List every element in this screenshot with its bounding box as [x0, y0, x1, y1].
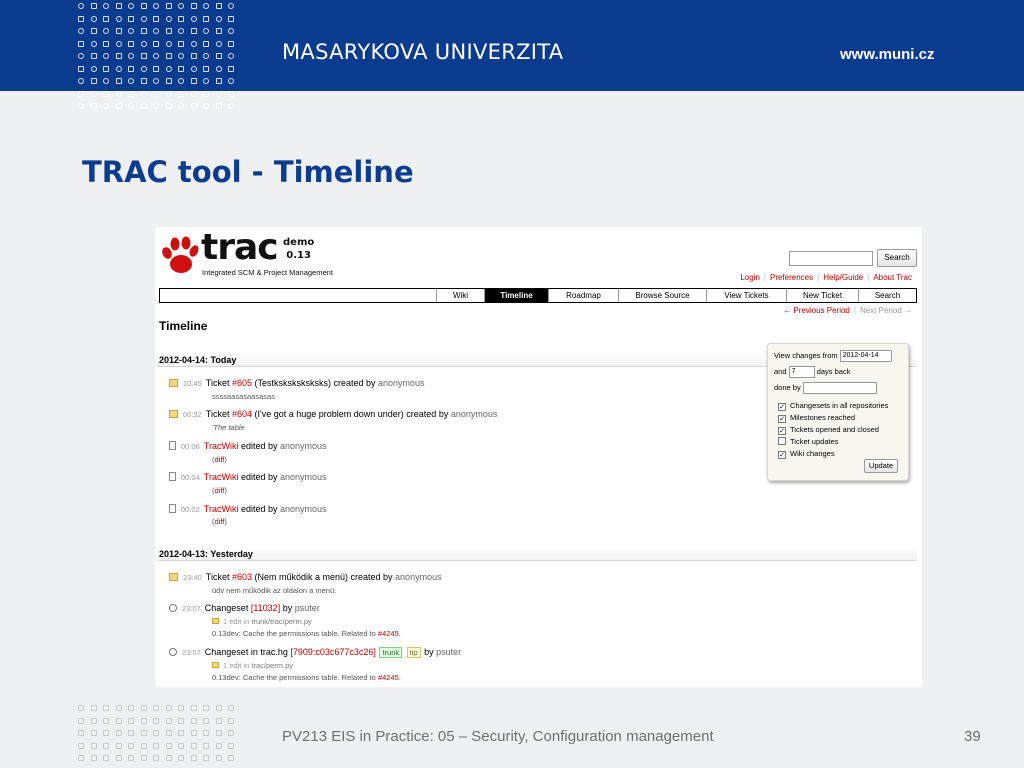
logo-tagline: Integrated SCM & Project Management — [202, 268, 333, 277]
wiki-link[interactable]: TracWiki — [204, 441, 239, 451]
tab-wiki[interactable]: Wiki — [436, 289, 484, 302]
diff-link[interactable]: diff — [215, 486, 225, 495]
ticket-icon — [169, 573, 178, 581]
changeset-link[interactable]: [11032] — [251, 603, 280, 613]
file-edit-icon — [212, 618, 219, 624]
event-description: 0.13dev: Cache the permissions table. Re… — [212, 629, 401, 638]
ticket-icon — [169, 379, 178, 387]
days-back-input[interactable]: 7 — [788, 366, 815, 378]
author: anonymous — [279, 504, 327, 514]
author: anonymous — [450, 409, 498, 419]
logo-demo: demo — [283, 237, 315, 248]
author: anonymous — [279, 472, 327, 482]
logo-version: 0.13 — [286, 250, 311, 261]
slide-footer: PV213 EIS in Practice: 05 – Security, Co… — [282, 728, 714, 745]
changeset-icon — [169, 648, 177, 656]
tab-view-tickets[interactable]: View Tickets — [706, 289, 786, 302]
slide-title: TRAC tool - Timeline — [82, 155, 414, 189]
timeline-filter-panel: View changes from 2012-04-14 and 7 days … — [767, 343, 909, 481]
tab-new-ticket[interactable]: New Ticket — [786, 289, 858, 302]
tab-timeline[interactable]: Timeline — [484, 289, 548, 302]
website-link[interactable]: www.muni.cz — [840, 46, 934, 63]
page-number: 39 — [964, 728, 981, 745]
timeline-event: 00:04 TracWiki edited by anonymous — [169, 472, 327, 482]
about-trac-link[interactable]: About Trac — [873, 273, 912, 282]
day-header-yesterday: 2012-04-13: Yesterday — [157, 548, 917, 561]
done-by-input[interactable] — [802, 382, 877, 394]
event-description: (diff) — [212, 486, 227, 495]
event-description: (diff) — [212, 455, 227, 464]
changeset-files: 1 edit in trunk/trac/perm.py — [212, 617, 312, 626]
wiki-page-icon — [169, 472, 176, 481]
ticket-icon — [169, 410, 178, 418]
author: anonymous — [279, 441, 327, 451]
changeset-icon — [169, 604, 177, 612]
timeline-event: 23:07 Changeset in trac.hg [7909:c03c677c… — [169, 647, 462, 658]
page-heading: Timeline — [159, 319, 208, 333]
previous-period-link[interactable]: ← Previous Period — [783, 306, 850, 315]
file-edit-icon — [212, 662, 219, 668]
tab-browse-source[interactable]: Browse Source — [618, 289, 706, 302]
tab-roadmap[interactable]: Roadmap — [548, 289, 618, 302]
tickets-opened-checkbox[interactable]: ✓ — [778, 427, 786, 435]
author: anonymous — [395, 572, 442, 582]
next-period-link: Next Period → — [859, 306, 912, 315]
from-date-input[interactable]: 2012-04-14 — [839, 350, 892, 362]
ticket-ref-link[interactable]: #4245 — [378, 629, 399, 638]
ticket-ref-link[interactable]: #4245 — [378, 673, 399, 682]
search-button[interactable]: Search — [877, 249, 917, 267]
wiki-page-icon — [169, 441, 176, 450]
login-link[interactable]: Login — [740, 273, 760, 282]
changeset-files: 1 edit in trac/perm.py — [212, 661, 293, 670]
wiki-page-icon — [169, 504, 176, 513]
changesets-checkbox[interactable]: ✓ — [778, 403, 786, 411]
author: psuter — [436, 647, 462, 657]
timeline-event: 23:07 Changeset [11032] by psuter — [169, 603, 320, 613]
changeset-link[interactable]: [7909:c03c677c3c26] — [290, 647, 376, 657]
timeline-event: 23:40 Ticket #603 (Nem működik a menü) cr… — [169, 572, 442, 582]
trac-timeline-screenshot: trac Integrated SCM & Project Management… — [155, 227, 922, 687]
event-description: ssssaasasaasasas — [212, 392, 275, 401]
period-navigation: ← Previous Period | Next Period → — [783, 306, 912, 315]
dot-pattern-bottom — [78, 705, 241, 768]
event-description: 'The table — [212, 423, 245, 432]
university-name: MASARYKOVA UNIVERZITA — [282, 40, 564, 64]
help-guide-link[interactable]: Help/Guide — [823, 273, 863, 282]
diff-link[interactable]: diff — [215, 517, 225, 526]
milestones-checkbox[interactable]: ✓ — [778, 415, 786, 423]
branch-tag-trunk: trunk — [379, 647, 403, 658]
ticket-link[interactable]: #603 — [232, 572, 252, 582]
preferences-link[interactable]: Preferences — [770, 273, 813, 282]
ticket-updates-checkbox[interactable] — [778, 437, 786, 445]
search-input[interactable] — [789, 251, 873, 266]
event-description: üdv nem működik az oldalon a menü. — [212, 586, 337, 595]
logo-demo-version: demo 0.13 — [283, 236, 314, 262]
author: anonymous — [378, 378, 425, 388]
header-band: MASARYKOVA UNIVERZITA www.muni.cz — [0, 0, 1024, 109]
timeline-event: 10:45 Ticket #605 (Testksksksksksks) crea… — [169, 378, 425, 388]
author: psuter — [294, 603, 320, 613]
branch-tag-tip: tip — [406, 647, 421, 658]
diff-link[interactable]: diff — [215, 455, 225, 464]
update-button[interactable]: Update — [864, 459, 898, 473]
logo-word: trac — [201, 227, 279, 268]
timeline-event: 00:32 Ticket #604 (I've got a huge proble… — [169, 409, 497, 419]
timeline-event: 00:06 TracWiki edited by anonymous — [169, 441, 327, 451]
wiki-changes-checkbox[interactable]: ✓ — [778, 451, 786, 459]
wiki-link[interactable]: TracWiki — [204, 472, 239, 482]
meta-navigation: Login | Preferences | Help/Guide | About Trac — [740, 273, 912, 282]
ticket-link[interactable]: #604 — [232, 409, 252, 419]
main-navigation: Wiki Timeline Roadmap Browse Source View… — [159, 288, 917, 303]
tab-search[interactable]: Search — [858, 289, 916, 302]
wiki-link[interactable]: TracWiki — [204, 504, 239, 514]
event-description: (diff) — [212, 517, 227, 526]
paw-icon — [162, 236, 199, 273]
event-description: 0.13dev: Cache the permissions table. Re… — [212, 673, 401, 682]
dot-pattern-top — [78, 3, 241, 116]
ticket-link[interactable]: #605 — [232, 378, 252, 388]
timeline-event: 00:02 TracWiki edited by anonymous — [169, 504, 327, 514]
